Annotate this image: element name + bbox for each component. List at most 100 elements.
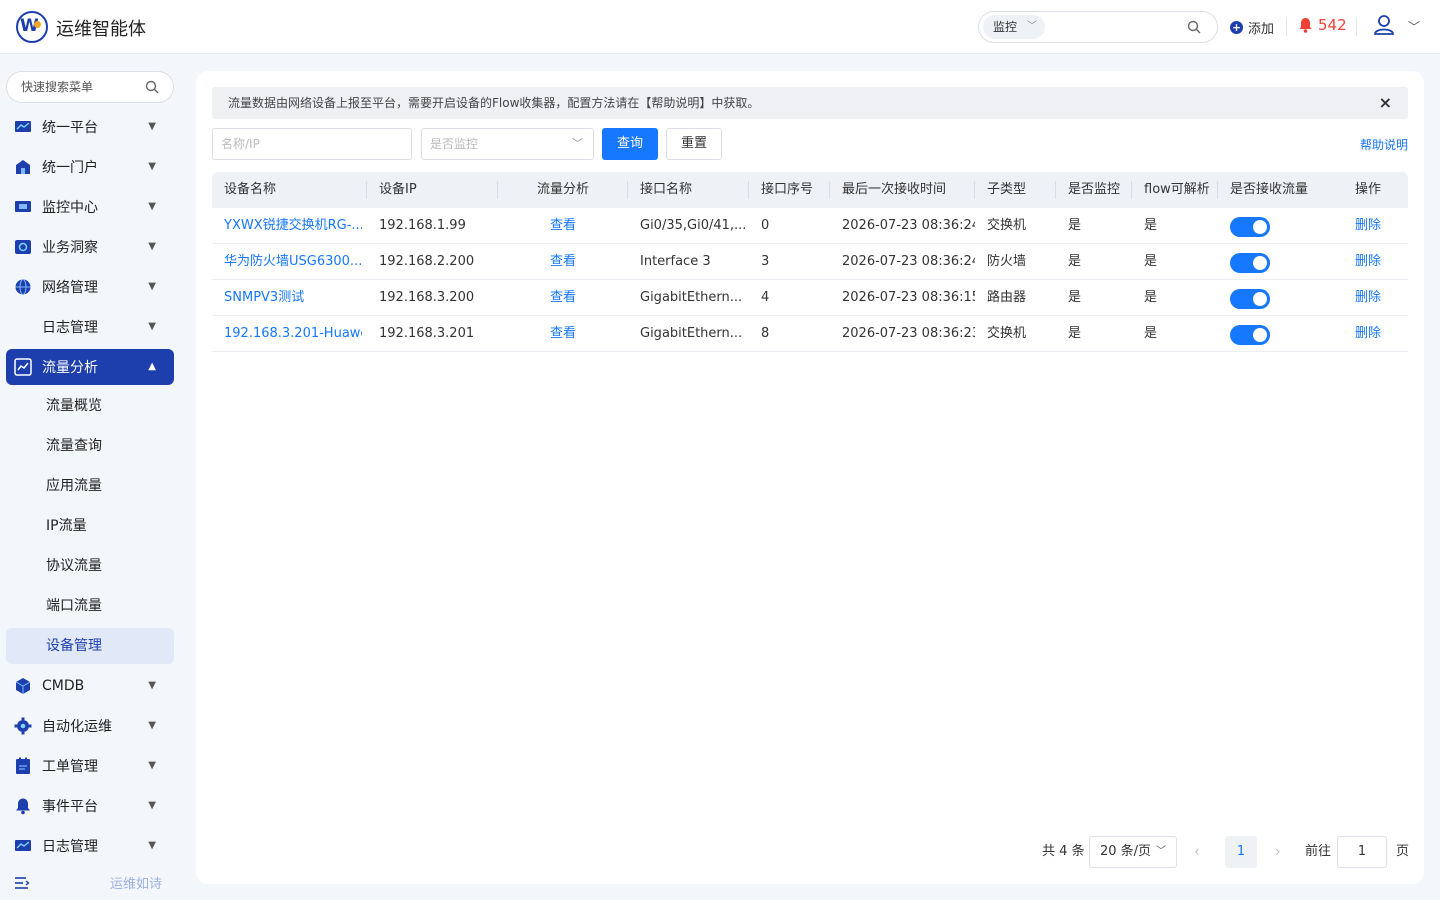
receive-traffic-toggle[interactable] [1230, 217, 1270, 237]
sidebar-subitem-traffic-query[interactable]: 流量查询 [6, 428, 174, 464]
column-header: 接口序号 [749, 172, 830, 208]
device-ip: 192.168.1.99 [379, 218, 466, 233]
sidebar-item-event-platform[interactable]: 事件平台 ▼ [6, 788, 174, 824]
table-row: 192.168.3.201-Huawei 192.168.3.201 查看 Gi… [212, 316, 1408, 352]
query-button[interactable]: 查询 [602, 128, 658, 160]
device-name-link[interactable]: 192.168.3.201-Huawei [212, 316, 362, 352]
sidebar-item-unified-portal[interactable]: 统一门户 ▼ [6, 149, 174, 185]
help-link[interactable]: 帮助说明 [1360, 136, 1408, 153]
column-header: 设备名称 [212, 172, 367, 208]
global-search[interactable]: 监控 ﹀ [978, 11, 1218, 43]
sidebar-item-traffic-analysis[interactable]: 流量分析 ▲ [6, 349, 174, 385]
header-divider [1286, 18, 1287, 36]
alert-bell[interactable]: 542 [1298, 16, 1347, 34]
sidebar-item-cmdb[interactable]: CMDB ▼ [6, 668, 174, 704]
sidebar-item-log-management-2[interactable]: 日志管理 ▼ [6, 828, 174, 864]
device-name-link[interactable]: 华为防火墙USG6300... [212, 244, 362, 280]
chevron-down-icon: ▼ [148, 680, 156, 691]
chevron-down-icon: ﹀ [1027, 21, 1037, 32]
chevron-down-icon: ▼ [148, 321, 156, 332]
chevron-down-icon: ▼ [148, 800, 156, 811]
table-header: 设备名称 设备IP 流量分析 接口名称 接口序号 最后一次接收时间 子类型 是否… [212, 172, 1408, 208]
view-analysis-link[interactable]: 查看 [498, 316, 628, 352]
monitor-select[interactable]: 是否监控 ﹀ [421, 128, 594, 160]
search-icon [145, 80, 159, 94]
app-title: 运维智能体 [56, 19, 146, 40]
delete-link[interactable]: 删除 [1343, 244, 1408, 280]
is-monitored: 是 [1068, 218, 1082, 233]
chevron-down-icon: ▼ [148, 161, 156, 172]
flow-parsable: 是 [1144, 326, 1158, 341]
sidebar-item-log-management[interactable]: 日志管理 ▼ [6, 309, 174, 345]
traffic-chart-icon [14, 358, 32, 376]
goto-page-input[interactable]: 1 [1337, 836, 1387, 868]
column-header: 设备IP [367, 172, 498, 208]
pagination-total: 共 4 条 [1042, 844, 1085, 859]
table-row: SNMPV3测试 192.168.3.200 查看 GigabitEthern.… [212, 280, 1408, 316]
interface-name: Interface 3 [640, 254, 711, 269]
view-analysis-link[interactable]: 查看 [498, 244, 628, 280]
alert-count: 542 [1318, 16, 1347, 34]
chevron-down-icon: ﹀ [572, 137, 583, 150]
chevron-down-icon: ▼ [148, 840, 156, 851]
chevron-down-icon: ▼ [148, 760, 156, 771]
page-size-select[interactable]: 20 条/页 ﹀ [1089, 836, 1177, 868]
prev-page-button[interactable]: ‹ [1194, 836, 1200, 868]
is-monitored: 是 [1068, 326, 1082, 341]
device-name-link[interactable]: SNMPV3测试 [212, 280, 362, 316]
chevron-down-icon: ▼ [148, 241, 156, 252]
collapse-menu-icon[interactable] [14, 876, 30, 890]
add-button[interactable]: + 添加 [1230, 17, 1274, 37]
search-category-select[interactable]: 监控 ﹀ [983, 15, 1045, 39]
ticket-icon [16, 757, 30, 774]
bell-icon [1299, 18, 1312, 33]
device-table: 设备名称 设备IP 流量分析 接口名称 接口序号 最后一次接收时间 子类型 是否… [212, 172, 1408, 352]
sidebar-item-ticket-management[interactable]: 工单管理 ▼ [6, 748, 174, 784]
search-icon[interactable] [1187, 20, 1201, 34]
reset-button[interactable]: 重置 [666, 128, 722, 160]
column-header: 是否监控 [1056, 172, 1132, 208]
column-header: 流量分析 [498, 172, 628, 208]
monitor-chart-icon [15, 121, 31, 132]
view-analysis-link[interactable]: 查看 [498, 280, 628, 316]
sidebar-footer-text: 运维如诗 [110, 877, 163, 892]
sidebar-item-automation[interactable]: 自动化运维 ▼ [6, 708, 174, 744]
close-icon[interactable]: × [1379, 87, 1392, 119]
sidebar-item-business-insight[interactable]: 业务洞察 ▼ [6, 229, 174, 265]
chevron-down-icon: ▼ [148, 720, 156, 731]
notice-banner: 流量数据由网络设备上报至平台，需要开启设备的Flow收集器，配置方法请在【帮助说… [212, 87, 1408, 119]
delete-link[interactable]: 删除 [1343, 208, 1408, 244]
page-number-current[interactable]: 1 [1225, 836, 1257, 868]
receive-traffic-toggle[interactable] [1230, 253, 1270, 273]
sidebar-subitem-ip-traffic[interactable]: IP流量 [6, 508, 174, 544]
name-ip-input[interactable]: 名称/IP [212, 128, 412, 160]
interface-name: GigabitEthern... [640, 290, 743, 305]
sidebar-item-network-management[interactable]: 网络管理 ▼ [6, 269, 174, 305]
device-name-link[interactable]: YXWX锐捷交换机RG-... [212, 208, 362, 244]
sub-type: 交换机 [987, 326, 1027, 341]
interface-index: 8 [761, 326, 770, 341]
receive-traffic-toggle[interactable] [1230, 289, 1270, 309]
view-analysis-link[interactable]: 查看 [498, 208, 628, 244]
page-suffix-label: 页 [1396, 844, 1410, 859]
sidebar-subitem-traffic-overview[interactable]: 流量概览 [6, 388, 174, 424]
user-avatar-icon[interactable] [1372, 14, 1396, 36]
next-page-button[interactable]: › [1275, 836, 1281, 868]
delete-link[interactable]: 删除 [1343, 280, 1408, 316]
last-receive-time: 2026-07-23 08:36:15 [842, 290, 975, 305]
sidebar-subitem-app-traffic[interactable]: 应用流量 [6, 468, 174, 504]
interface-name: GigabitEthern... [640, 326, 743, 341]
sidebar-subitem-port-traffic[interactable]: 端口流量 [6, 588, 174, 624]
sidebar-subitem-protocol-traffic[interactable]: 协议流量 [6, 548, 174, 584]
sidebar-subitem-device-management[interactable]: 设备管理 [6, 628, 174, 664]
receive-traffic-toggle[interactable] [1230, 325, 1270, 345]
sidebar-item-unified-platform[interactable]: 统一平台 ▼ [6, 109, 174, 145]
column-header: 是否接收流量 [1230, 182, 1309, 197]
menu-search-input[interactable]: 快速搜索菜单 [6, 71, 174, 103]
column-header: 操作 [1355, 182, 1382, 197]
chevron-down-icon[interactable]: ﹀ [1408, 18, 1420, 35]
sidebar-item-monitor-center[interactable]: 监控中心 ▼ [6, 189, 174, 225]
header-divider [1356, 18, 1357, 36]
delete-link[interactable]: 删除 [1343, 316, 1408, 352]
app-logo[interactable]: W [16, 11, 48, 43]
